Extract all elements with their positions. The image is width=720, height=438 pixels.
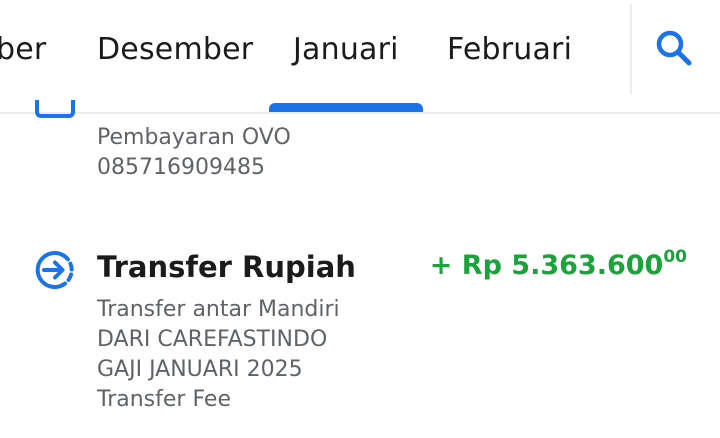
transaction-detail-line: Transfer antar Mandiri [97, 297, 340, 322]
tab-januari[interactable]: Januari [293, 30, 399, 70]
tab-november-partial[interactable]: ber [0, 30, 46, 70]
transaction-detail-line: Transfer Fee [97, 387, 231, 412]
tab-divider [630, 4, 632, 94]
tab-februari[interactable]: Februari [447, 30, 572, 70]
transaction-detail-line: Pembayaran OVO [97, 125, 291, 150]
transaction-history-screen: ber Desember Januari Februari Pembayaran… [0, 0, 720, 438]
transaction-detail-line: GAJI JANUARI 2025 [97, 357, 303, 382]
amount-main: + Rp 5.363.600 [429, 250, 664, 281]
transaction-detail-line: 085716909485 [97, 155, 265, 180]
transaction-amount: + Rp 5.363.60000 [430, 246, 687, 286]
amount-cents: 00 [663, 247, 687, 267]
tab-desember[interactable]: Desember [97, 30, 253, 70]
search-button[interactable] [646, 20, 702, 76]
transfer-in-icon [35, 251, 74, 289]
transaction-type-icon [35, 100, 75, 118]
transaction-title: Transfer Rupiah [97, 250, 356, 284]
search-icon [656, 30, 692, 66]
month-tab-bar: ber Desember Januari Februari [0, 0, 720, 114]
selected-tab-indicator [269, 103, 423, 112]
transaction-detail-line: DARI CAREFASTINDO [97, 327, 328, 352]
